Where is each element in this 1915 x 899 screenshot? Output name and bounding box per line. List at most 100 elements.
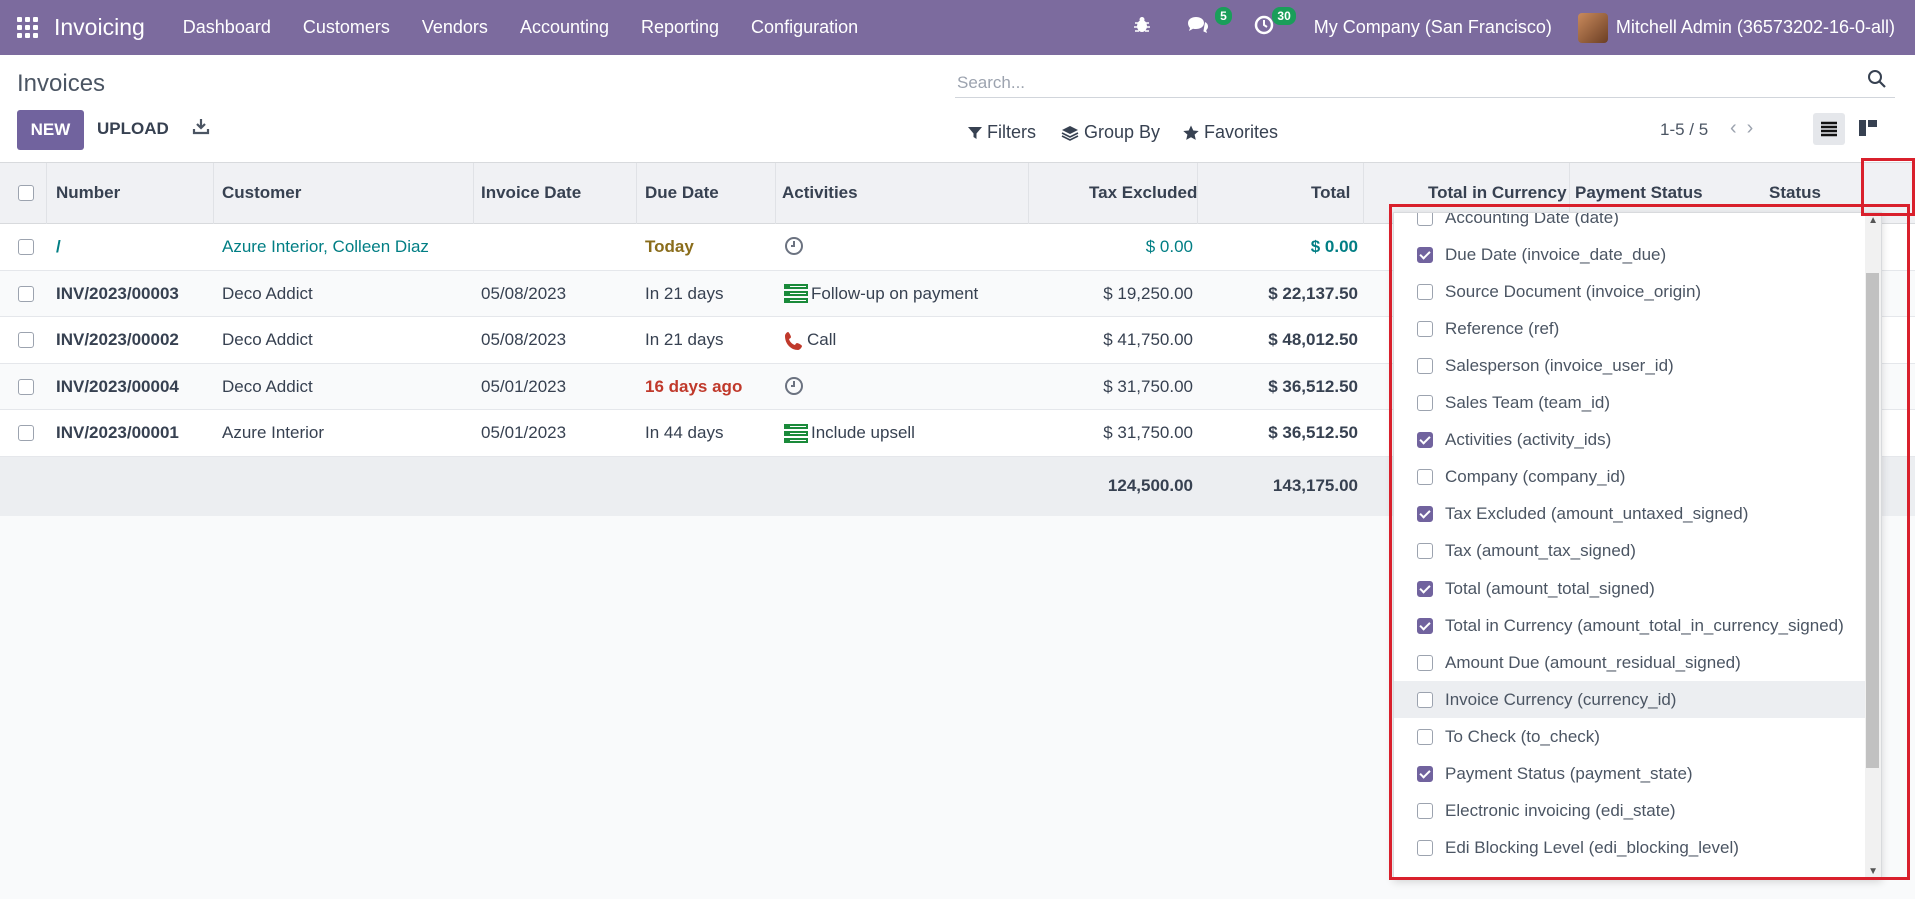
- optional-column-item[interactable]: Salesperson (invoice_user_id): [1394, 347, 1881, 384]
- invoice-number[interactable]: INV/2023/00003: [56, 284, 179, 304]
- optional-column-item[interactable]: Total (amount_total_signed): [1394, 570, 1881, 607]
- list-view-button[interactable]: [1813, 113, 1845, 145]
- column-activities[interactable]: Activities: [782, 183, 858, 203]
- invoice-customer[interactable]: Azure Interior: [222, 423, 324, 443]
- scroll-up-arrow-icon[interactable]: ▲: [1868, 215, 1878, 226]
- menu-configuration[interactable]: Configuration: [751, 17, 858, 38]
- activity-clock-icon[interactable]: [784, 376, 804, 401]
- optional-column-checkbox[interactable]: [1417, 395, 1433, 411]
- column-number[interactable]: Number: [56, 183, 120, 203]
- optional-column-item[interactable]: Accounting Date (date): [1394, 213, 1881, 236]
- messages-icon[interactable]: 5: [1186, 6, 1232, 41]
- pager-value[interactable]: 1-5 / 5: [1660, 120, 1708, 140]
- company-switcher[interactable]: My Company (San Francisco): [1314, 17, 1552, 38]
- optional-column-checkbox[interactable]: [1417, 840, 1433, 857]
- user-avatar[interactable]: [1577, 12, 1608, 43]
- row-checkbox[interactable]: [18, 239, 34, 255]
- search-input[interactable]: Search...: [957, 73, 1025, 93]
- select-all-checkbox[interactable]: [18, 185, 34, 201]
- scrollbar-thumb[interactable]: [1866, 273, 1879, 768]
- favorites-toggle[interactable]: Favorites: [1183, 122, 1278, 143]
- optional-column-checkbox[interactable]: [1417, 283, 1433, 300]
- chevron-left-icon[interactable]: ‹: [1730, 117, 1747, 139]
- search-bar[interactable]: Search...: [955, 65, 1895, 98]
- optional-column-item[interactable]: To Check (to_check): [1394, 718, 1881, 755]
- upload-button[interactable]: UPLOAD: [97, 119, 169, 139]
- menu-vendors[interactable]: Vendors: [422, 17, 488, 38]
- column-status[interactable]: Status: [1769, 183, 1821, 203]
- invoice-number[interactable]: INV/2023/00004: [56, 377, 179, 397]
- optional-column-item[interactable]: Company (company_id): [1394, 459, 1881, 496]
- optional-column-checkbox[interactable]: [1417, 766, 1433, 782]
- column-total[interactable]: Total: [1311, 183, 1350, 203]
- optional-column-item[interactable]: Reference (ref): [1394, 310, 1881, 347]
- optional-column-checkbox[interactable]: [1417, 320, 1433, 337]
- optional-column-checkbox[interactable]: [1417, 506, 1433, 523]
- menu-reporting[interactable]: Reporting: [641, 17, 719, 38]
- row-checkbox[interactable]: [18, 425, 34, 441]
- menu-dashboard[interactable]: Dashboard: [183, 17, 271, 38]
- optional-column-item[interactable]: Tax Excluded (amount_untaxed_signed): [1394, 496, 1881, 533]
- user-menu[interactable]: Mitchell Admin (36573202-16-0-all): [1616, 17, 1895, 38]
- activity-cell[interactable]: Call: [784, 330, 836, 351]
- optional-column-item[interactable]: Total in Currency (amount_total_in_curre…: [1394, 607, 1881, 644]
- column-tax-excluded[interactable]: Tax Excluded: [1089, 183, 1197, 203]
- chevron-right-icon[interactable]: ›: [1747, 117, 1764, 139]
- filters-toggle[interactable]: Filters: [968, 122, 1036, 143]
- dropdown-scrollbar[interactable]: ▲ ▼: [1865, 213, 1881, 879]
- row-checkbox[interactable]: [18, 378, 34, 395]
- group-by-toggle[interactable]: Group By: [1061, 122, 1160, 143]
- optional-column-item[interactable]: Activities (activity_ids): [1394, 422, 1881, 459]
- optional-column-checkbox[interactable]: [1417, 543, 1433, 560]
- activities-clock-icon[interactable]: 30: [1254, 6, 1296, 41]
- optional-column-checkbox[interactable]: [1417, 357, 1433, 374]
- optional-column-item[interactable]: Invoice Currency (currency_id): [1394, 681, 1881, 719]
- column-payment-status[interactable]: Payment Status: [1575, 183, 1703, 203]
- activity-cell[interactable]: Include upsell: [784, 423, 915, 444]
- optional-column-item[interactable]: Sales Team (team_id): [1394, 385, 1881, 422]
- invoice-customer[interactable]: Deco Addict: [222, 284, 313, 304]
- column-due-date[interactable]: Due Date: [645, 183, 719, 203]
- invoice-number[interactable]: INV/2023/00002: [56, 330, 179, 350]
- search-icon[interactable]: [1867, 69, 1889, 91]
- column-invoice-date[interactable]: Invoice Date: [481, 183, 581, 203]
- row-checkbox[interactable]: [18, 332, 34, 348]
- column-customer[interactable]: Customer: [222, 183, 301, 203]
- invoice-number[interactable]: INV/2023/00001: [56, 423, 179, 443]
- invoice-customer[interactable]: Deco Addict: [222, 377, 313, 397]
- optional-column-checkbox[interactable]: [1417, 469, 1433, 486]
- invoice-customer[interactable]: Azure Interior, Colleen Diaz: [222, 237, 429, 257]
- optional-column-checkbox[interactable]: [1417, 691, 1433, 708]
- optional-column-item[interactable]: Edi Blocking Level (edi_blocking_level): [1394, 830, 1881, 867]
- optional-column-checkbox[interactable]: [1417, 432, 1433, 449]
- optional-column-checkbox[interactable]: [1417, 580, 1433, 597]
- invoice-customer[interactable]: Deco Addict: [222, 330, 313, 350]
- kanban-view-button[interactable]: [1858, 119, 1880, 139]
- new-button[interactable]: NEW: [17, 110, 84, 150]
- optional-column-item[interactable]: Tax (amount_tax_signed): [1394, 533, 1881, 570]
- optional-column-item[interactable]: Electronic invoicing (edi_state): [1394, 793, 1881, 830]
- optional-column-item[interactable]: Due Date (invoice_date_due): [1394, 236, 1881, 273]
- invoice-number[interactable]: /: [56, 237, 61, 257]
- menu-accounting[interactable]: Accounting: [520, 17, 609, 38]
- row-checkbox[interactable]: [18, 285, 34, 302]
- optional-column-item[interactable]: Source Document (invoice_origin): [1394, 273, 1881, 310]
- optional-column-checkbox[interactable]: [1417, 803, 1433, 820]
- scroll-down-arrow-icon[interactable]: ▼: [1868, 866, 1878, 877]
- download-icon[interactable]: [192, 117, 212, 139]
- optional-column-checkbox[interactable]: [1417, 728, 1433, 745]
- optional-column-item[interactable]: Payment Status (payment_state): [1394, 756, 1881, 793]
- pager-arrows[interactable]: ‹›: [1730, 117, 1763, 140]
- activity-cell[interactable]: Follow-up on payment: [784, 284, 978, 305]
- optional-column-checkbox[interactable]: [1417, 213, 1433, 226]
- apps-menu-icon[interactable]: [17, 16, 39, 39]
- debug-bug-icon[interactable]: [1132, 15, 1152, 41]
- optional-column-checkbox[interactable]: [1417, 246, 1433, 263]
- optional-column-checkbox[interactable]: [1417, 654, 1433, 671]
- column-total-in-currency[interactable]: Total in Currency: [1428, 183, 1567, 203]
- optional-column-checkbox[interactable]: [1417, 617, 1433, 634]
- activity-clock-icon[interactable]: [784, 236, 804, 261]
- menu-customers[interactable]: Customers: [303, 17, 390, 38]
- page-title[interactable]: Invoices: [17, 70, 105, 98]
- optional-column-item[interactable]: Amount Due (amount_residual_signed): [1394, 644, 1881, 681]
